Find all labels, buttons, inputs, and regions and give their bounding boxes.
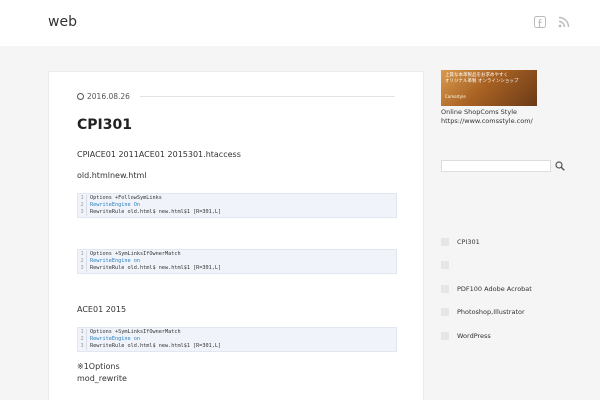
code-line: 3 RewriteRule old.html$ new.html$1 [R=301… bbox=[78, 343, 396, 350]
code-line: 1 Options +FollowSymLinks bbox=[78, 195, 396, 202]
thumbnail-placeholder bbox=[441, 284, 449, 293]
search-input[interactable] bbox=[441, 160, 551, 172]
code-block-2: 1 Options +SymLinksIfOwnerMatch 2 RewriteE… bbox=[77, 249, 397, 274]
list-item[interactable]: CPI301 bbox=[441, 230, 571, 254]
list-item[interactable]: Photoshop,Illustrator bbox=[441, 301, 571, 325]
facebook-icon[interactable] bbox=[534, 16, 546, 28]
code-line: 2 RewriteEngine On bbox=[78, 202, 396, 209]
post-note-1: ※1Options bbox=[77, 362, 120, 371]
post-article: 2016.08.26 CPI301 CPIACE01 2011ACE01 201… bbox=[48, 71, 424, 400]
post-meta: 2016.08.26 bbox=[77, 92, 395, 101]
banner-text: 上質な本革製品をお求めやすく オリジナル革製 オンラインショップ bbox=[445, 73, 519, 84]
sidebar: 上質な本革製品をお求めやすく オリジナル革製 オンラインショップ Comssty… bbox=[441, 70, 576, 125]
list-item[interactable]: WordPress bbox=[441, 324, 571, 348]
banner-sub: Comsstyle bbox=[445, 94, 466, 99]
thumbnail-placeholder bbox=[441, 308, 449, 317]
clock-icon bbox=[77, 93, 84, 100]
post-files: old.htmlnew.html bbox=[77, 171, 147, 180]
site-title-link[interactable]: web bbox=[48, 14, 77, 30]
code-line: 2 RewriteEngine on bbox=[78, 336, 396, 343]
header-social-icons bbox=[534, 16, 570, 28]
search-form bbox=[441, 159, 567, 173]
list-item[interactable] bbox=[441, 254, 571, 278]
post-title: CPI301 bbox=[77, 117, 132, 133]
post-note-2: mod_rewrite bbox=[77, 374, 127, 383]
post-ace-text: ACE01 2015 bbox=[77, 305, 127, 314]
site-header: web bbox=[0, 0, 600, 46]
list-item[interactable]: PDF100 Adobe Acrobat bbox=[441, 277, 571, 301]
post-intro: CPIACE01 2011ACE01 2015301.htaccess bbox=[77, 150, 241, 159]
code-line: 3 RewriteRule old.html$ new.html$1 [R=301… bbox=[78, 209, 396, 216]
rss-icon[interactable] bbox=[558, 16, 570, 28]
post-date: 2016.08.26 bbox=[87, 92, 130, 101]
shop-banner-image[interactable]: 上質な本革製品をお求めやすく オリジナル革製 オンラインショップ Comssty… bbox=[441, 70, 537, 106]
code-line: 1 Options +SymLinksIfOwnerMatch bbox=[78, 251, 396, 258]
thumbnail-placeholder bbox=[441, 261, 449, 270]
recent-posts-list: CPI301 PDF100 Adobe Acrobat Photoshop,Il… bbox=[441, 230, 571, 348]
thumbnail-placeholder bbox=[441, 331, 449, 340]
search-icon[interactable] bbox=[555, 161, 565, 171]
shop-url-link[interactable]: https://www.comsstyle.com/ bbox=[441, 117, 576, 125]
code-line: 2 RewriteEngine on bbox=[78, 258, 396, 265]
banner-caption: Online ShopComs Style bbox=[441, 108, 518, 116]
thumbnail-placeholder bbox=[441, 237, 449, 246]
meta-divider bbox=[139, 96, 395, 97]
code-line: 3 RewriteRule old.html$ new.html$1 [R=301… bbox=[78, 265, 396, 272]
code-block-3: 1 Options +SymLinksIfOwnerMatch 2 RewriteE… bbox=[77, 327, 397, 352]
code-block-1: 1 Options +FollowSymLinks 2 RewriteEngine … bbox=[77, 193, 397, 218]
code-line: 1 Options +SymLinksIfOwnerMatch bbox=[78, 329, 396, 336]
